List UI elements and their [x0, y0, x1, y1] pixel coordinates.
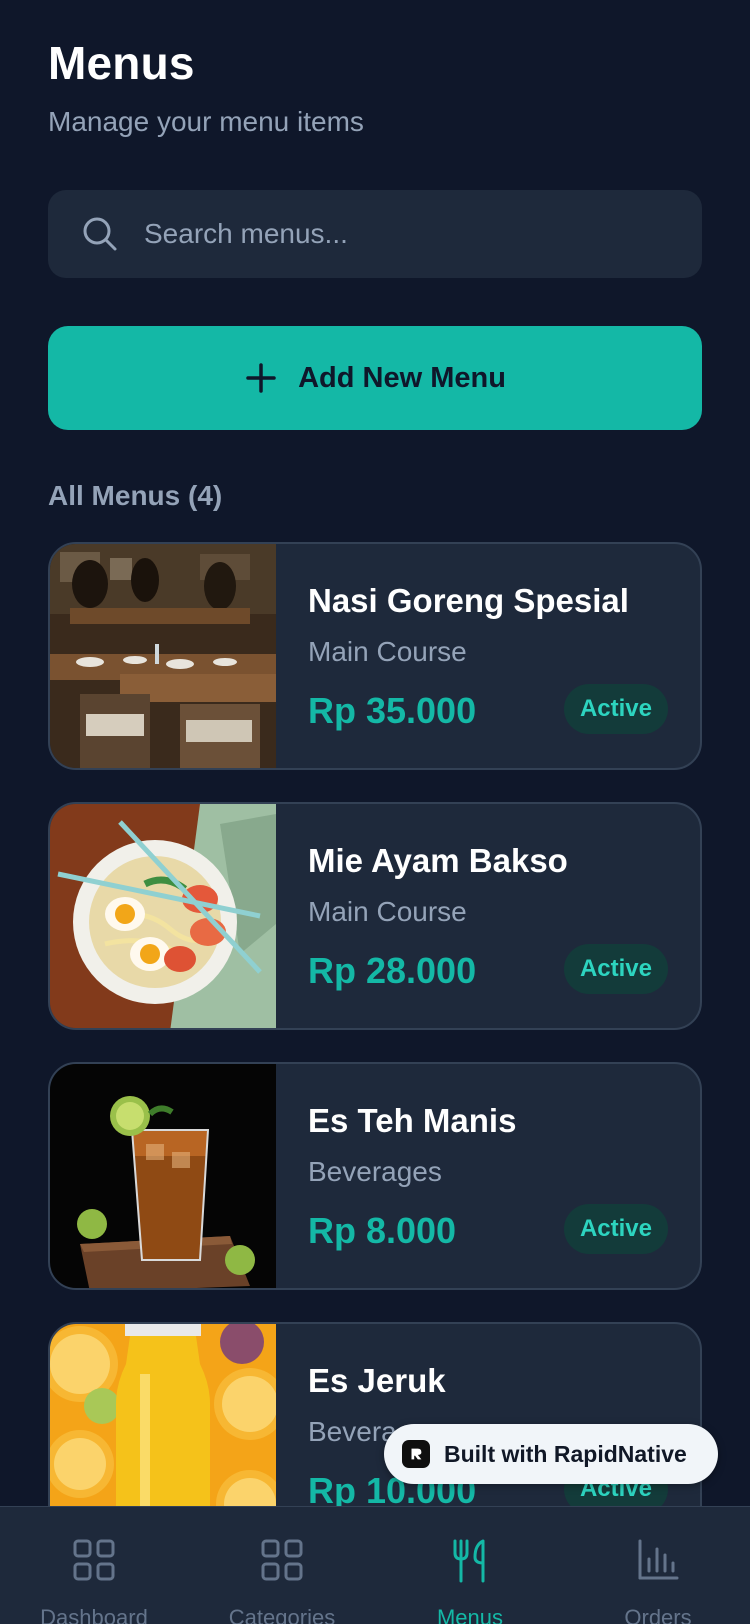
- page-subtitle: Manage your menu items: [48, 106, 364, 137]
- menu-category: Beverages: [308, 1156, 442, 1187]
- tab-menus[interactable]: Menus: [376, 1507, 564, 1624]
- menu-price: Rp 35.000: [308, 690, 477, 731]
- status-badge: Active: [563, 944, 668, 994]
- tab-orders[interactable]: Orders: [564, 1507, 750, 1624]
- menu-category: Main Course: [308, 896, 467, 927]
- search-input[interactable]: [144, 218, 664, 250]
- menu-name: Es Jeruk: [308, 1362, 446, 1399]
- grid-icon: [73, 1539, 115, 1581]
- status-badge: Active: [563, 1204, 668, 1254]
- menu-price: Rp 8.000: [308, 1210, 457, 1251]
- tab-label: Menus: [436, 1605, 504, 1624]
- menu-card[interactable]: Mie Ayam Bakso Main Course Rp 28.000 Act…: [48, 802, 702, 1030]
- menu-name: Nasi Goreng Spesial: [308, 582, 629, 619]
- menu-price: Rp 28.000: [308, 950, 477, 991]
- tab-label: Orders: [624, 1605, 692, 1624]
- built-with-label: Built with RapidNative: [444, 1440, 687, 1467]
- menu-name: Es Teh Manis: [308, 1102, 517, 1139]
- add-new-menu-button[interactable]: Add New Menu: [48, 326, 702, 430]
- menu-category: Main Course: [308, 636, 467, 667]
- tab-categories[interactable]: Categories: [188, 1507, 376, 1624]
- bottom-nav: Dashboard Categories Menus Orders: [0, 1506, 750, 1624]
- status-badge: Active: [563, 684, 668, 734]
- tab-dashboard[interactable]: Dashboard: [0, 1507, 188, 1624]
- menus-screen: Menus Manage your menu items Add New Men…: [0, 0, 750, 1624]
- menu-image-noodle-bowl: [50, 804, 276, 1028]
- menu-card[interactable]: Nasi Goreng Spesial Main Course Rp 35.00…: [48, 542, 702, 770]
- plus-icon: [246, 363, 276, 393]
- section-title: All Menus (4): [48, 480, 223, 511]
- rapidnative-logo-icon: [402, 1440, 430, 1468]
- menu-card[interactable]: Es Teh Manis Beverages Rp 8.000 Active: [48, 1062, 702, 1290]
- search-bar[interactable]: [48, 190, 702, 278]
- search-icon: [83, 217, 117, 251]
- add-new-menu-label: Add New Menu: [298, 361, 506, 394]
- tab-label: Categories: [228, 1605, 336, 1624]
- built-with-badge[interactable]: Built with RapidNative: [384, 1424, 718, 1484]
- page-title: Menus: [48, 37, 195, 89]
- menu-image-restaurant: [50, 544, 276, 768]
- utensils-icon: [453, 1539, 485, 1583]
- grid-icon: [261, 1539, 303, 1581]
- menu-name: Mie Ayam Bakso: [308, 842, 568, 879]
- menu-image-iced-tea: [50, 1064, 276, 1288]
- bar-chart-icon: [638, 1539, 679, 1580]
- tab-label: Dashboard: [40, 1605, 148, 1624]
